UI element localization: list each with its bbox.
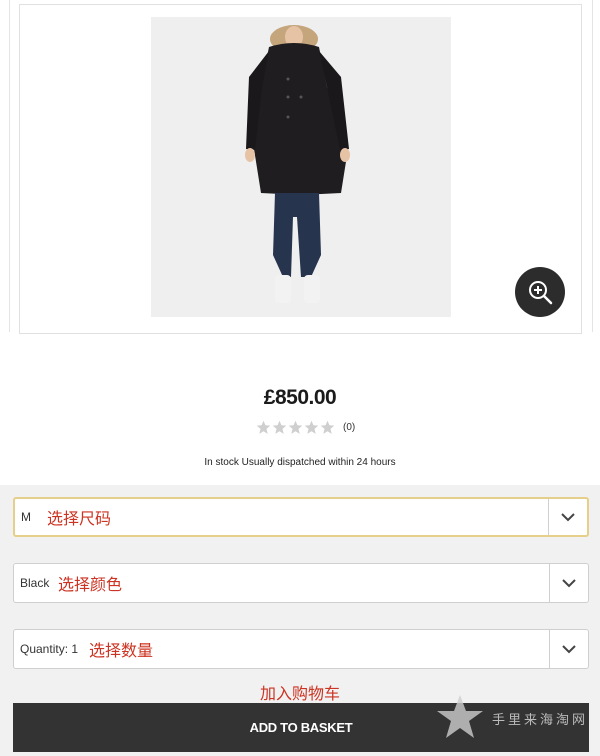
rating[interactable]: (0) [256,418,355,436]
star-icon [288,420,303,434]
star-icon [272,420,287,434]
rating-stars [256,420,335,435]
color-select-value: Black [20,576,50,590]
size-select[interactable]: M 选择尺码 [13,497,589,537]
add-to-basket-button[interactable]: ADD TO BASKET [13,703,589,752]
chevron-down-icon [562,578,576,587]
quantity-select-note: 选择数量 [89,641,154,660]
product-price: £850.00 [263,386,337,409]
color-select-note: 选择颜色 [58,575,123,594]
color-select-arrow[interactable] [549,564,588,602]
star-icon [304,420,319,434]
review-count[interactable]: (0) [343,422,355,433]
star-icon [256,420,271,434]
size-select-note: 选择尺码 [47,509,112,528]
chevron-down-icon [561,512,575,521]
quantity-select[interactable]: Quantity: 1 选择数量 [13,629,589,669]
product-photo [245,25,350,303]
zoom-button[interactable] [515,267,565,317]
color-select[interactable]: Black 选择颜色 [13,563,589,603]
gallery-next-slide-edge[interactable] [592,0,600,332]
size-select-arrow[interactable] [548,499,587,535]
add-to-basket-note: 加入购物车 [259,684,340,703]
product-image[interactable] [151,17,451,317]
size-select-value: M [21,510,31,524]
gallery-prev-slide-edge[interactable] [0,0,10,332]
star-icon [320,420,335,434]
product-gallery [0,0,600,338]
stock-status: In stock Usually dispatched within 24 ho… [204,457,396,468]
zoom-in-icon [529,281,553,305]
quantity-select-value: Quantity: 1 [20,642,79,656]
chevron-down-icon [562,644,576,653]
quantity-select-arrow[interactable] [549,630,588,668]
